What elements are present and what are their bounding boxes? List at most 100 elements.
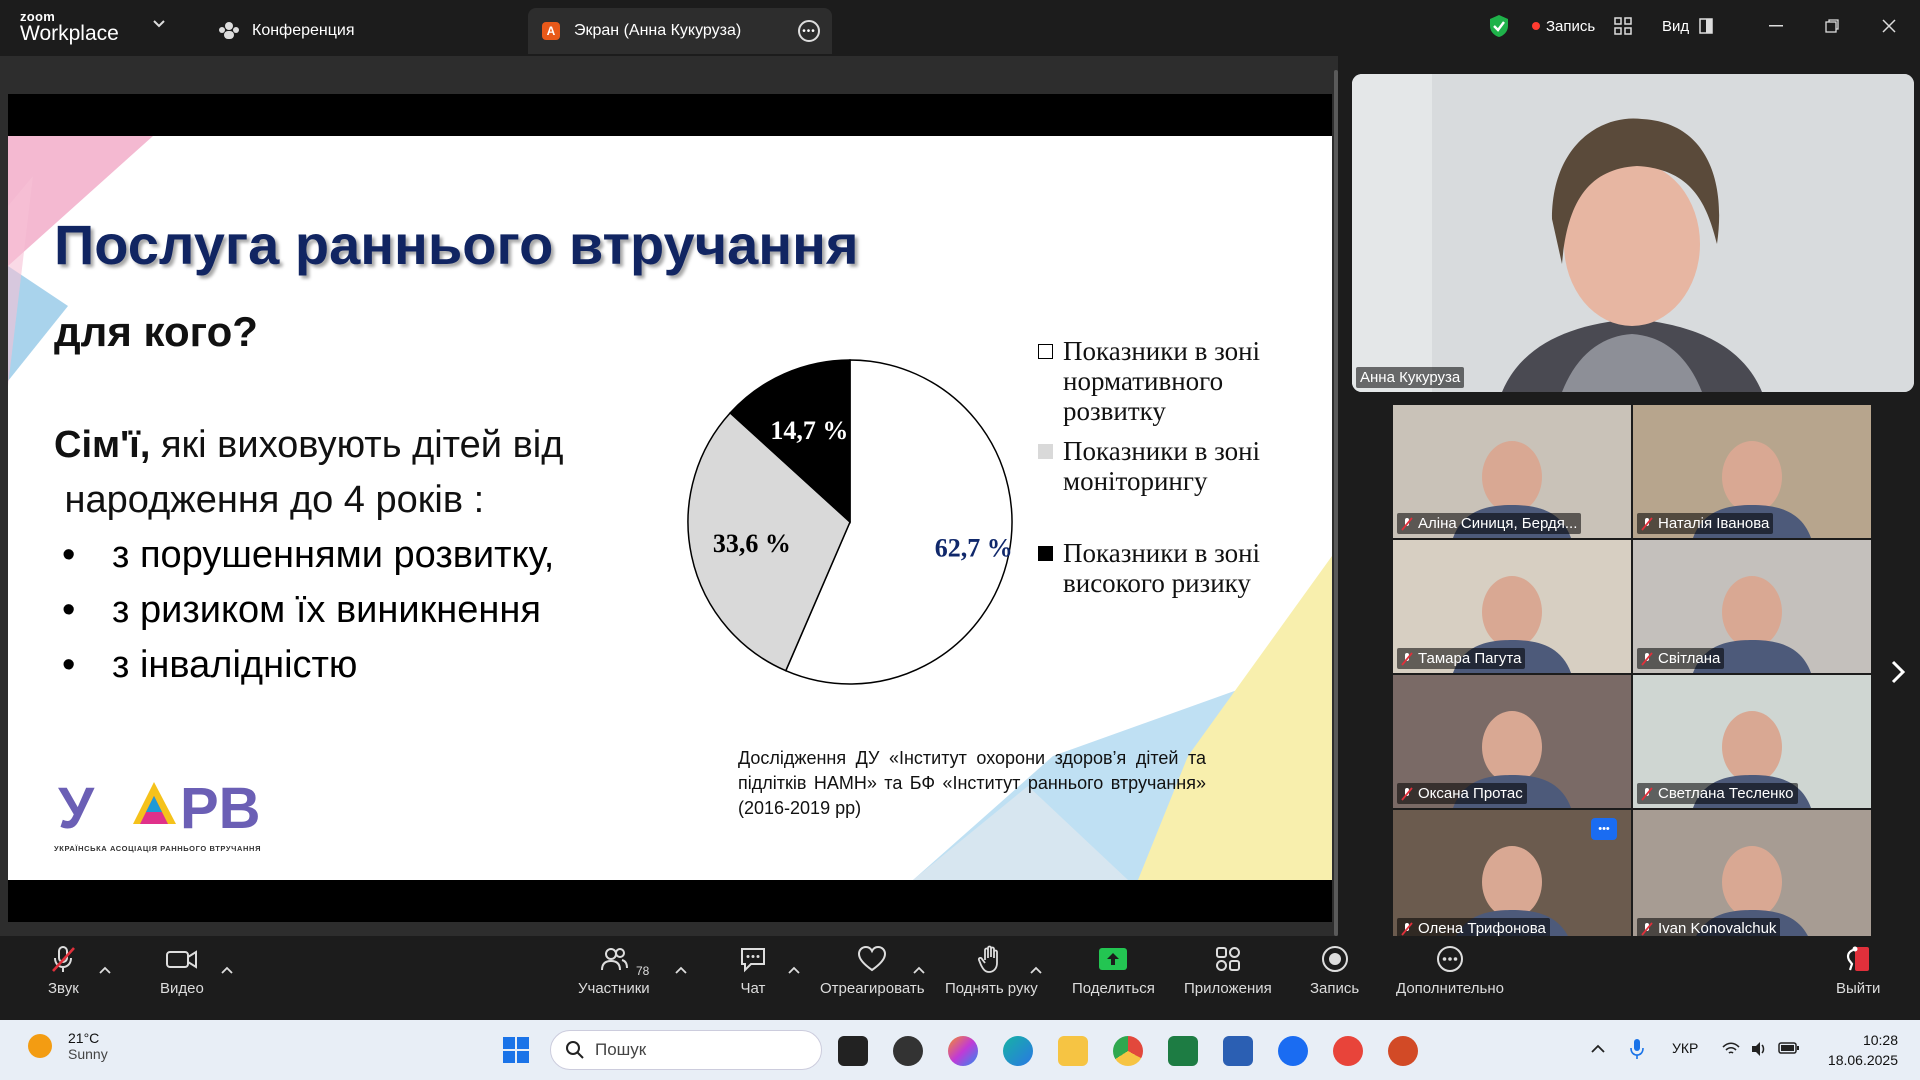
view-layout-icon <box>1699 18 1713 34</box>
zoom-app-icon[interactable] <box>1278 1036 1308 1066</box>
pie-chart: 62,7 % 33,6 % 14,7 % <box>687 359 1013 685</box>
chat-icon <box>741 948 765 973</box>
camera-icon <box>165 950 197 969</box>
leave-button[interactable]: Выйти <box>1836 944 1880 997</box>
list-item: з порушеннями розвитку, <box>54 528 554 583</box>
minimize-icon[interactable] <box>1764 14 1788 38</box>
legend-item-monitoring: Показники в зоні моніторингу <box>1038 436 1260 496</box>
security-shield-icon[interactable] <box>1488 0 1510 52</box>
source-note: Дослідження ДУ «Інститут охорони здоров’… <box>738 748 1206 818</box>
view-button[interactable]: Вид <box>1662 0 1713 52</box>
mic-muted-icon <box>1401 651 1413 666</box>
chevron-up-icon[interactable] <box>1030 966 1042 974</box>
language-indicator[interactable]: УКР <box>1672 1040 1698 1056</box>
wps-office-icon[interactable] <box>1333 1036 1363 1066</box>
chevron-up-icon[interactable] <box>1590 1044 1606 1054</box>
share-screen-button[interactable]: Поделиться <box>1072 944 1155 997</box>
system-clock[interactable]: 10:28 18.06.2025 <box>1818 1030 1898 1070</box>
legend-swatch <box>1038 344 1053 359</box>
chevron-up-icon[interactable] <box>99 966 111 974</box>
more-icon <box>1436 946 1463 972</box>
copilot-icon[interactable] <box>948 1036 978 1066</box>
chevron-up-icon[interactable] <box>221 966 233 974</box>
task-view-icon[interactable] <box>838 1036 868 1066</box>
apps-button[interactable]: Приложения <box>1184 944 1272 997</box>
participant-video-tile[interactable]: Светлана Тесленко <box>1633 675 1871 808</box>
video-button[interactable]: Видео <box>160 944 204 997</box>
excel-icon[interactable] <box>1168 1036 1198 1066</box>
chevron-right-icon[interactable] <box>1884 658 1912 686</box>
tab-label: Конференция <box>252 22 355 39</box>
audio-button[interactable]: Звук <box>48 944 79 997</box>
mic-muted-icon <box>1641 516 1653 531</box>
restore-icon[interactable] <box>1820 14 1844 38</box>
speaker-video-tile[interactable]: Анна Кукуруза <box>1352 74 1914 392</box>
record-button[interactable]: Запись <box>1310 944 1359 997</box>
participant-video-tile[interactable]: Тамара Пагута <box>1393 540 1631 673</box>
participant-video-tile[interactable]: Наталія Іванова <box>1633 405 1871 538</box>
chrome-icon[interactable] <box>1113 1036 1143 1066</box>
media-player-icon[interactable] <box>893 1036 923 1066</box>
sun-icon <box>28 1034 52 1058</box>
participant-name-label: Оксана Протас <box>1397 783 1527 804</box>
participant-video-tile[interactable]: Оксана Протас <box>1393 675 1631 808</box>
windows-start-icon[interactable] <box>502 1036 530 1064</box>
participant-name-label: Анна Кукуруза <box>1356 367 1465 388</box>
slide-intro: Сім'ї, які виховують дітей від народженн… <box>54 424 564 521</box>
meeting-toolbar: Звук Видео Участники 78 Чат Отреагироват… <box>0 936 1920 1020</box>
logo-caption: УКРАЇНСЬКА АСОЦІАЦІЯ РАННЬОГО ВТРУЧАННЯ <box>54 844 262 853</box>
gallery-grid-icon[interactable] <box>1614 0 1632 52</box>
chevron-up-icon[interactable] <box>675 966 687 974</box>
slide-bullets: з порушеннями розвитку, з ризиком їх вин… <box>54 528 554 693</box>
tab-label: Экран (Анна Кукуруза) <box>574 22 742 39</box>
taskbar-search[interactable]: Пошук <box>550 1030 822 1070</box>
participant-name-label: Наталія Іванова <box>1637 513 1774 534</box>
list-item: з інвалідністю <box>54 638 554 693</box>
share-icon <box>1099 948 1128 970</box>
speaker-video <box>1352 74 1914 392</box>
mic-muted-icon <box>1641 921 1653 936</box>
mic-muted-icon <box>1641 786 1653 801</box>
mic-muted-icon <box>52 946 76 972</box>
participant-video-tile[interactable]: Аліна Синиця, Бердя... <box>1393 405 1631 538</box>
recording-indicator[interactable]: Запись <box>1532 0 1595 52</box>
title-bar: zoom Workplace Конференция А Экран (Анна… <box>0 0 1920 56</box>
weather-widget[interactable]: 21°C Sunny <box>28 1030 108 1062</box>
battery-icon[interactable] <box>1778 1041 1800 1055</box>
chat-button[interactable]: Чат <box>738 944 768 997</box>
zoom-logo: zoom Workplace <box>20 9 119 45</box>
search-icon <box>566 1041 584 1059</box>
more-button[interactable]: Дополнительно <box>1396 944 1504 997</box>
chevron-up-icon[interactable] <box>788 966 800 974</box>
heart-icon <box>858 945 887 972</box>
volume-icon[interactable] <box>1750 1040 1768 1058</box>
powerpoint-icon[interactable] <box>1388 1036 1418 1066</box>
edge-icon[interactable] <box>1003 1036 1033 1066</box>
chevron-up-icon[interactable] <box>913 966 925 974</box>
more-options-icon[interactable]: ••• <box>798 20 820 42</box>
stage-scrollbar[interactable] <box>1334 70 1338 936</box>
file-explorer-icon[interactable] <box>1058 1036 1088 1066</box>
legend-item-normative: Показники в зоні нормативного розвитку <box>1038 336 1260 426</box>
leave-icon <box>1847 946 1870 971</box>
participant-video-tile[interactable]: Світлана <box>1633 540 1871 673</box>
tab-shared-screen[interactable]: А Экран (Анна Кукуруза) ••• <box>528 8 832 54</box>
chevron-down-icon[interactable] <box>152 17 166 31</box>
microphone-icon[interactable] <box>1630 1038 1644 1060</box>
participants-icon <box>600 948 628 971</box>
participant-video-tile[interactable]: Ivan Konovalchuk <box>1633 810 1871 943</box>
react-button[interactable]: Отреагировать <box>820 944 925 997</box>
pie-value-label: 33,6 % <box>713 529 791 558</box>
apps-icon <box>1215 947 1240 971</box>
word-icon[interactable] <box>1223 1036 1253 1066</box>
wifi-icon[interactable] <box>1722 1042 1740 1056</box>
tile-options-icon[interactable]: ••• <box>1591 818 1617 840</box>
close-icon[interactable] <box>1877 14 1901 38</box>
raise-hand-button[interactable]: Поднять руку <box>945 944 1038 997</box>
mic-muted-icon <box>1401 516 1413 531</box>
participant-name-label: Світлана <box>1637 648 1725 669</box>
participant-video-tile[interactable]: Олена Трифонова ••• <box>1393 810 1631 943</box>
tab-conference[interactable]: Конференция <box>208 8 365 54</box>
slide-title: Послуга раннього втручання <box>54 213 859 276</box>
svg-text:РВ: РВ <box>180 776 258 841</box>
